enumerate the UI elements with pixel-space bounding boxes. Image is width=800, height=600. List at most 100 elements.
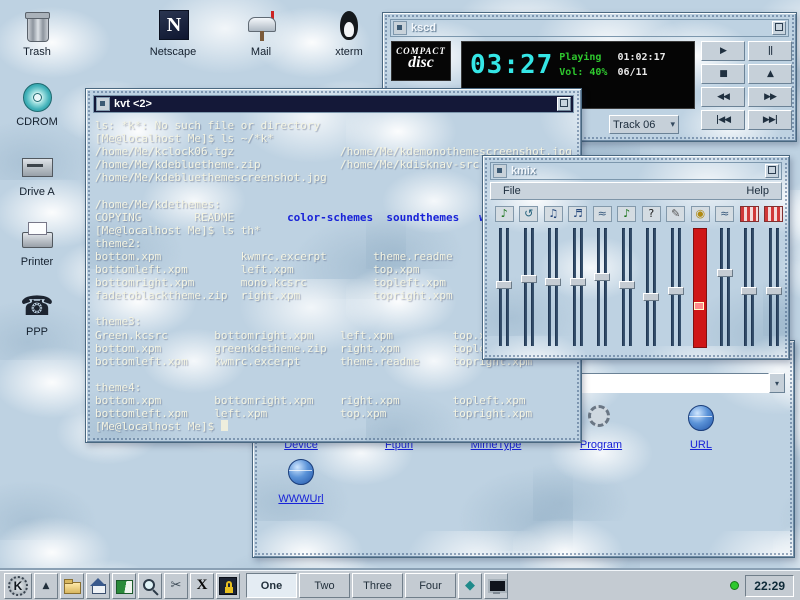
template-item-url[interactable]: URL <box>661 403 741 451</box>
mute-left-slider[interactable] <box>740 228 758 346</box>
terminal-text: /home/Me/kdebluethemescreenshot.jpg <box>95 171 327 184</box>
maximize-button[interactable] <box>772 21 786 35</box>
treble-icon[interactable]: ♫ <box>544 206 563 222</box>
desktop-icon-netscape[interactable]: Netscape <box>140 8 206 58</box>
slider-handle[interactable] <box>619 281 635 289</box>
kscd-titlebar[interactable]: kscd <box>390 19 789 37</box>
volume-slider[interactable] <box>495 228 513 346</box>
kvt-window-title: kvt <2> <box>114 98 553 110</box>
terminal-button[interactable] <box>484 573 508 599</box>
mute-right-icon[interactable] <box>764 206 783 222</box>
forward-button[interactable]: ▶▶ <box>748 87 792 107</box>
slider-handle[interactable] <box>668 287 684 295</box>
play-button[interactable]: ▶ <box>701 41 745 61</box>
desktop-icon-trash[interactable]: Trash <box>4 8 70 58</box>
mute-left-icon[interactable] <box>740 206 759 222</box>
slider-groove <box>727 228 730 346</box>
mixer-channel-cd: ◉ <box>688 204 713 352</box>
pcm2-icon[interactable]: ≈ <box>715 206 734 222</box>
lock-button[interactable] <box>216 573 240 599</box>
slider-groove <box>580 228 583 346</box>
track-selector[interactable]: Track 06 ▾ <box>609 115 679 134</box>
desktop-icon-penguin[interactable]: xterm <box>316 8 382 58</box>
slider-handle[interactable] <box>545 278 561 286</box>
pcm-icon[interactable]: ≈ <box>593 206 612 222</box>
location-dropdown-button[interactable]: ▾ <box>769 373 785 393</box>
slider-handle[interactable] <box>741 287 757 295</box>
pager-desktop-four[interactable]: Four <box>405 573 456 598</box>
kmix-titlebar[interactable]: kmix <box>490 162 782 180</box>
unknown-icon[interactable]: ? <box>642 206 661 222</box>
slider-handle[interactable] <box>766 287 782 295</box>
next-track-button[interactable]: ▶▶| <box>748 110 792 130</box>
treble-slider[interactable] <box>544 228 562 346</box>
utilities-button[interactable]: ✂ <box>164 573 188 599</box>
slider-handle[interactable] <box>570 278 586 286</box>
kvt-titlebar[interactable]: kvt <2> <box>93 95 574 113</box>
template-item-wwwurl[interactable]: WWWUrl <box>261 457 341 505</box>
eject-button[interactable]: ▲ <box>748 64 792 84</box>
bass-slider[interactable] <box>520 228 538 346</box>
maximize-button[interactable] <box>557 97 571 111</box>
mic-slider[interactable] <box>667 228 685 346</box>
window-list-button[interactable]: ▲ <box>34 573 58 599</box>
rewind-button[interactable]: ◀◀ <box>701 87 745 107</box>
speaker-slider[interactable] <box>618 228 636 346</box>
x11-button[interactable]: X <box>190 573 214 599</box>
phone-icon <box>19 288 55 324</box>
pause-button[interactable]: || <box>748 41 792 61</box>
terminal-cursor <box>221 420 228 431</box>
slider-handle[interactable] <box>521 275 537 283</box>
mixer-channel-mute-left <box>737 204 762 352</box>
stop-button[interactable]: ■ <box>701 64 745 84</box>
maximize-button[interactable] <box>765 164 779 178</box>
terminal-text: bottomright.xpm mono.kcsrc topleft.xpm <box>95 276 446 289</box>
synth-slider[interactable] <box>569 228 587 346</box>
gem-button[interactable]: ◆ <box>458 573 482 599</box>
pager-desktop-three[interactable]: Three <box>352 573 403 598</box>
slider-handle[interactable] <box>496 281 512 289</box>
terminal-text <box>373 211 386 224</box>
desktop-icon-printer[interactable]: Printer <box>4 218 70 268</box>
cd-logo-bottom: disc <box>392 54 450 72</box>
home-button[interactable] <box>86 573 110 599</box>
pcm2-slider[interactable] <box>716 228 734 346</box>
menu-file[interactable]: File <box>499 185 525 197</box>
unknown-slider[interactable] <box>642 228 660 346</box>
slider-handle[interactable] <box>717 269 733 277</box>
desktop-icon-cdrom[interactable]: CDROM <box>4 78 70 128</box>
netscape-icon <box>155 8 191 44</box>
floppy-icon <box>19 148 55 184</box>
mic-icon[interactable]: ✎ <box>666 206 685 222</box>
trash-icon <box>19 8 55 44</box>
pcm-slider[interactable] <box>593 228 611 346</box>
desktop-icon-floppy[interactable]: Drive A <box>4 148 70 198</box>
kscd-window-title: kscd <box>411 22 768 34</box>
mute-right-slider[interactable] <box>765 228 783 346</box>
help-book-button[interactable] <box>112 573 136 599</box>
desktop-icon-mailbox[interactable]: Mail <box>228 8 294 58</box>
bass-icon[interactable]: ↺ <box>519 206 538 222</box>
folder-button[interactable] <box>60 573 84 599</box>
menu-help[interactable]: Help <box>742 185 773 197</box>
terminal-line <box>95 368 572 381</box>
slider-handle[interactable] <box>643 293 659 301</box>
speaker-icon[interactable]: ♪ <box>617 206 636 222</box>
synth-icon[interactable]: ♬ <box>568 206 587 222</box>
terminal-text: theme3: <box>95 315 141 328</box>
volume-icon[interactable]: ♪ <box>495 206 514 222</box>
prev-track-button[interactable]: |◀◀ <box>701 110 745 130</box>
slider-handle[interactable] <box>694 302 704 310</box>
cd-icon[interactable]: ◉ <box>691 206 710 222</box>
terminal-text: Green.kcsrc bottomright.xpm left.xpm top… <box>95 329 499 342</box>
terminal-text: bottomleft.xpm left.xpm top.xpm <box>95 263 420 276</box>
slider-groove <box>548 228 551 346</box>
desktop-icon-phone[interactable]: PPP <box>4 288 70 338</box>
pager-desktop-one[interactable]: One <box>246 573 297 598</box>
pager-desktop-two[interactable]: Two <box>299 573 350 598</box>
k-menu-button[interactable]: K <box>4 573 32 599</box>
terminal-text: bottomleft.xpm left.xpm top.xpm topright… <box>95 407 532 420</box>
slider-handle[interactable] <box>594 273 610 281</box>
find-button[interactable] <box>138 573 162 599</box>
cd-slider[interactable] <box>693 228 707 348</box>
